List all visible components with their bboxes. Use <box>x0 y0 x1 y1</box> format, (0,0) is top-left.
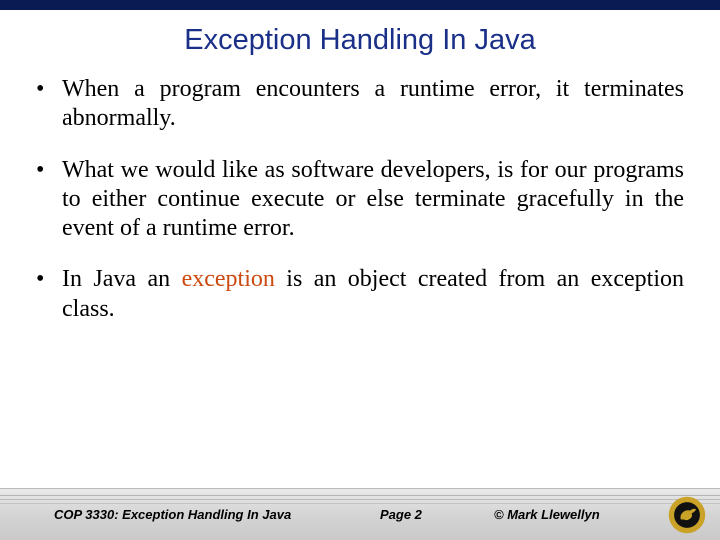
slide-body: • When a program encounters a runtime er… <box>0 75 720 488</box>
bullet-text-segment: When a program encounters a runtime erro… <box>62 76 684 131</box>
bullet-dot: • <box>36 265 62 324</box>
footer-course: COP 3330: Exception Handling In Java <box>54 507 291 522</box>
footer-copyright: © Mark Llewellyn <box>494 507 600 522</box>
bullet-dot: • <box>36 156 62 244</box>
bullet-text: What we would like as software developer… <box>62 156 684 244</box>
slide-footer: COP 3330: Exception Handling In Java Pag… <box>0 488 720 540</box>
footer-page: Page 2 <box>380 507 422 522</box>
bullet-text: In Java an exception is an object create… <box>62 265 684 324</box>
bullet-dot: • <box>36 75 62 134</box>
footer-rule <box>0 503 720 504</box>
bullet-item: • What we would like as software develop… <box>36 156 684 244</box>
bullet-text-segment: In Java an <box>62 266 182 292</box>
ucf-pegasus-seal-icon <box>668 496 706 534</box>
footer-rule <box>0 495 720 496</box>
footer-rule <box>0 499 720 500</box>
bullet-text-segment: What we would like as software developer… <box>62 157 684 242</box>
bullet-text: When a program encounters a runtime erro… <box>62 75 684 134</box>
slide-title: Exception Handling In Java <box>0 24 720 57</box>
bullet-item: • In Java an exception is an object crea… <box>36 265 684 324</box>
slide: Exception Handling In Java • When a prog… <box>0 0 720 540</box>
keyword-text: exception <box>182 266 275 292</box>
bullet-item: • When a program encounters a runtime er… <box>36 75 684 134</box>
